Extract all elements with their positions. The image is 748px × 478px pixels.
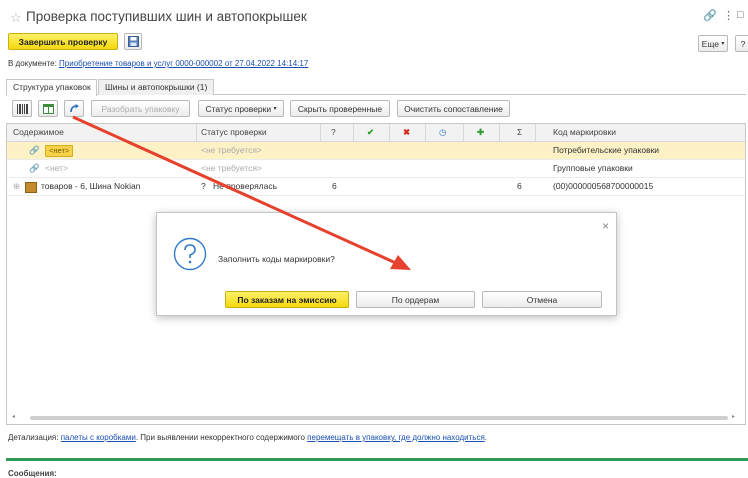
annotation-arrow-icon bbox=[72, 115, 411, 270]
